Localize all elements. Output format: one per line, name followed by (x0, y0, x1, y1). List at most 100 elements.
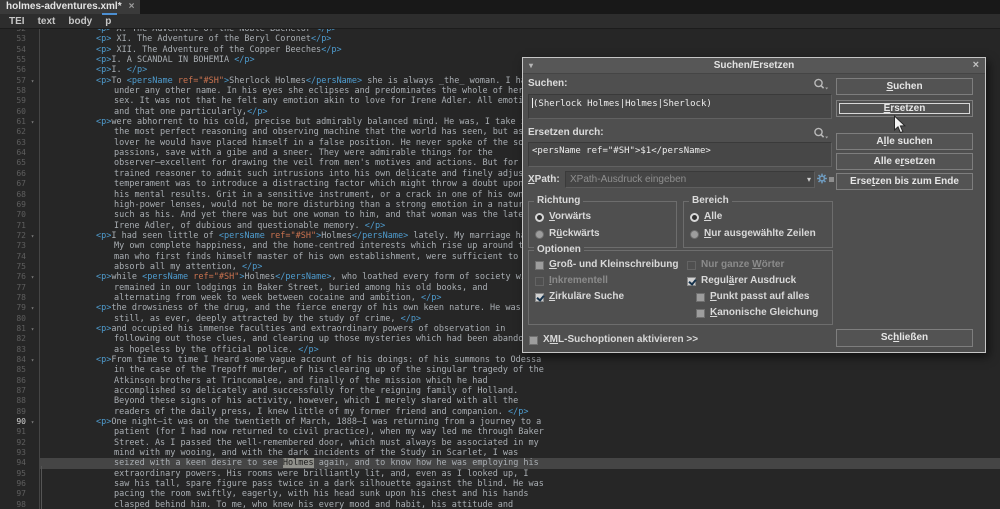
close-button[interactable]: Schließen (836, 329, 973, 347)
fold-gutter (26, 252, 39, 262)
radio-scope-all[interactable]: Alle (690, 211, 722, 223)
line-number: 97 (0, 489, 26, 499)
code-line-91[interactable]: 91patient (for I had now returned to civ… (0, 427, 1000, 437)
code-line-90[interactable]: 90▾<p>One night–it was on the twentieth … (0, 417, 1000, 427)
breadcrumb-item-p[interactable]: p (105, 15, 111, 28)
fold-gutter (26, 438, 39, 448)
line-number: 62 (0, 127, 26, 137)
code-line-88[interactable]: 88Beyond these signs of his activity, ho… (0, 396, 1000, 406)
collapse-icon[interactable]: ▾ (529, 58, 533, 73)
scope-group-title: Bereich (689, 195, 732, 207)
fold-arrow-icon[interactable]: ▾ (26, 355, 39, 365)
code-line-85[interactable]: 85in the case of the Trepoff murder, of … (0, 365, 1000, 375)
code-line-94[interactable]: 94seized with a keen desire to see Holme… (0, 458, 1000, 468)
checkbox-xml-options[interactable]: XML-Suchoptionen aktivieren >> (529, 334, 698, 346)
code-segment: Atkinson brothers at Trincomalee, and fi… (114, 376, 488, 386)
direction-group: Richtung Vorwärts Rückwärts (528, 201, 677, 248)
checkbox-dot-all[interactable]: Punkt passt auf alles (696, 291, 809, 303)
tab-bar: holmes-adventures.xml* × (0, 0, 1000, 14)
code-segment: saw his tall, spare figure pass twice in… (114, 479, 544, 489)
combo-arrow-icon[interactable]: ▾ (807, 172, 811, 187)
xpath-settings-gear-icon[interactable] (816, 172, 836, 185)
fold-arrow-icon[interactable]: ▾ (26, 76, 39, 86)
replace-history-icon[interactable] (813, 126, 829, 138)
checkbox-dot-all-icon (696, 293, 705, 302)
checkbox-canonical[interactable]: Kanonische Gleichung (696, 307, 818, 319)
code-segment: <p> (96, 76, 111, 86)
checkbox-incremental[interactable]: Inkrementell (535, 275, 608, 287)
search-history-icon[interactable] (813, 77, 829, 89)
radio-selected-lines[interactable]: Nur ausgewählte Zeilen (690, 228, 816, 240)
breadcrumb-item-text[interactable]: text (38, 15, 56, 28)
search-value: (Sherlock Holmes|Holmes|Sherlock) (533, 99, 712, 109)
code-segment: <p> (96, 303, 111, 313)
replace-input[interactable]: <persName ref="#SH">$1</persName> (528, 142, 832, 167)
code-line-53[interactable]: 53<p> XI. The Adventure of the Beryl Cor… (0, 34, 1000, 44)
fold-arrow-icon[interactable]: ▾ (26, 117, 39, 127)
code-segment: such as his. And yet there was but one w… (114, 210, 523, 220)
code-segment: <persName (127, 76, 173, 86)
code-text: extraordinary powers. His rooms were bri… (39, 469, 1000, 479)
code-line-87[interactable]: 87accomplished so delicately and success… (0, 386, 1000, 396)
code-segment: extraordinary powers. His rooms were bri… (114, 469, 529, 479)
code-segment: man who first finds himself master of hi… (114, 252, 518, 262)
fold-gutter (26, 489, 39, 499)
fold-arrow-icon[interactable]: ▾ (26, 272, 39, 282)
fold-arrow-icon[interactable]: ▾ (26, 303, 39, 313)
fold-gutter (26, 365, 39, 375)
code-segment: I had seen little of (111, 231, 218, 241)
code-line-89[interactable]: 89readers of the daily press, I knew lit… (0, 407, 1000, 417)
line-number: 81 (0, 324, 26, 334)
dialog-titlebar[interactable]: ▾ Suchen/Ersetzen × (523, 58, 985, 74)
code-segment: and occupied his immense faculties and e… (111, 324, 505, 334)
code-line-95[interactable]: 95extraordinary powers. His rooms were b… (0, 469, 1000, 479)
radio-backward[interactable]: Rückwärts (535, 228, 600, 240)
replace-to-end-button[interactable]: Ersetzen bis zum Ende (836, 173, 973, 190)
breadcrumb: TEI text body p (0, 14, 1000, 29)
fold-gutter (26, 96, 39, 106)
code-text: clasped behind him. To me, who knew his … (39, 500, 1000, 509)
code-segment: </persName> (275, 272, 331, 282)
line-number: 53 (0, 34, 26, 44)
checkbox-case-sensitive[interactable]: Groß- und Kleinschreibung (535, 259, 678, 271)
xpath-combobox[interactable]: XPath-Ausdruck eingeben ▾ (565, 171, 815, 188)
line-number: 67 (0, 179, 26, 189)
line-number: 70 (0, 210, 26, 220)
code-segment: </p> (316, 29, 336, 34)
fold-arrow-icon[interactable]: ▾ (26, 417, 39, 427)
fold-gutter (26, 396, 39, 406)
checkbox-whole-words[interactable]: Nur ganze Wörter (687, 259, 784, 271)
checkbox-wrap-search[interactable]: Zirkuläre Suche (535, 291, 624, 303)
code-text: readers of the daily press, I knew littl… (39, 407, 1000, 417)
code-segment: passions, save with a gibe and a sneer. … (114, 148, 493, 158)
replace-button[interactable]: Ersetzen (836, 100, 973, 117)
find-button[interactable]: Suchen (836, 78, 973, 95)
replace-all-button[interactable]: Alle ersetzen (836, 153, 973, 170)
code-segment: </persName> (352, 231, 408, 241)
code-segment: accomplished so delicately and successfu… (114, 386, 518, 396)
checkbox-incremental-label: Inkrementell (549, 275, 608, 287)
breadcrumb-item-tei[interactable]: TEI (9, 15, 25, 28)
code-line-98[interactable]: 98clasped behind him. To me, who knew hi… (0, 500, 1000, 509)
breadcrumb-item-body[interactable]: body (68, 15, 92, 28)
checkbox-regex[interactable]: Regulärer Ausdruck (687, 275, 796, 287)
search-input[interactable]: (Sherlock Holmes|Holmes|Sherlock) (528, 94, 832, 119)
code-line-92[interactable]: 92Street. As I passed the well-remembere… (0, 438, 1000, 448)
code-line-96[interactable]: 96saw his tall, spare figure pass twice … (0, 479, 1000, 489)
code-segment: </p> (365, 221, 385, 231)
tab-holmes-adventures[interactable]: holmes-adventures.xml* × (0, 0, 140, 14)
code-text: accomplished so delicately and successfu… (39, 386, 1000, 396)
tab-close-icon[interactable]: × (129, 1, 135, 13)
fold-arrow-icon[interactable]: ▾ (26, 324, 39, 334)
fold-arrow-icon[interactable]: ▾ (26, 231, 39, 241)
code-segment: mind with my wooing, and with the dark i… (114, 448, 518, 458)
code-line-93[interactable]: 93mind with my wooing, and with the dark… (0, 448, 1000, 458)
dialog-close-icon[interactable]: × (973, 58, 979, 73)
code-line-97[interactable]: 97pacing the room swiftly, eagerly, with… (0, 489, 1000, 499)
code-line-86[interactable]: 86Atkinson brothers at Trincomalee, and … (0, 376, 1000, 386)
code-line-54[interactable]: 54<p> XII. The Adventure of the Copper B… (0, 45, 1000, 55)
radio-forward[interactable]: Vorwärts (535, 211, 591, 223)
find-all-button[interactable]: Alle suchen (836, 133, 973, 150)
code-line-84[interactable]: 84▾<p>From time to time I heard some vag… (0, 355, 1000, 365)
code-segment: she is always _the_ woman. I have s (362, 76, 546, 86)
